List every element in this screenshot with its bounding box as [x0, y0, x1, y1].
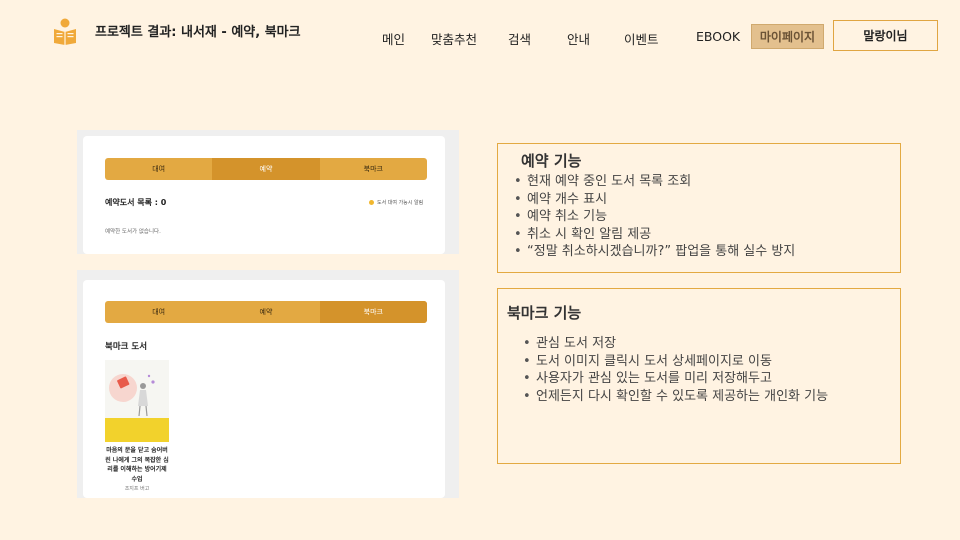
list-item: 예약 개수 표시 [511, 191, 795, 209]
bookmark-tabbar: 대여 예약 북마크 [105, 301, 427, 323]
reservation-feature-list: 현재 예약 중인 도서 목록 조회 예약 개수 표시 예약 취소 기능 취소 시… [511, 173, 795, 261]
bookmark-feature-panel: 북마크 기능 관심 도서 저장 도서 이미지 클릭시 도서 상세페이지로 이동 … [497, 288, 901, 464]
notify-dot-icon [369, 200, 374, 205]
tab-rental[interactable]: 대여 [105, 158, 212, 180]
list-item: “정말 취소하시겠습니까?” 팝업을 통해 실수 방지 [511, 243, 795, 261]
nav-event[interactable]: 이벤트 [624, 29, 659, 48]
list-item: 현재 예약 중인 도서 목록 조회 [511, 173, 795, 191]
nav-guide[interactable]: 안내 [567, 29, 590, 48]
cover-yellow-band [105, 418, 169, 442]
book-title: 마음의 문을 닫고 숨어버 린 나에게 그의 복잡한 심 리를 이해하는 방어기… [105, 447, 169, 483]
tab-rental[interactable]: 대여 [105, 301, 212, 323]
reservation-count-label: 예약도서 목록 : 0 [105, 198, 167, 207]
tab-reservation[interactable]: 예약 [212, 158, 320, 180]
tab-reservation[interactable]: 예약 [212, 301, 319, 323]
list-item: 관심 도서 저장 [520, 335, 828, 353]
notify-toggle[interactable]: 도서 대여 가능시 알림 [369, 199, 423, 206]
list-item: 예약 취소 기능 [511, 208, 795, 226]
nav-ebook[interactable]: EBOOK [696, 29, 740, 44]
tab-bookmark[interactable]: 북마크 [320, 158, 427, 180]
list-item: 도서 이미지 클릭시 도서 상세페이지로 이동 [520, 353, 828, 371]
bookmark-feature-list: 관심 도서 저장 도서 이미지 클릭시 도서 상세페이지로 이동 사용자가 관심… [520, 335, 828, 405]
nav-mypage[interactable]: 마이페이지 [751, 24, 824, 49]
page-title: 프로젝트 결과: 내서재 - 예약, 북마크 [95, 25, 301, 40]
bookmark-feature-title: 북마크 기능 [507, 304, 582, 322]
tab-bookmark[interactable]: 북마크 [319, 301, 427, 323]
bookmark-section-title: 북마크 도서 [105, 342, 148, 352]
reservation-tabbar: 대여 예약 북마크 [105, 158, 427, 180]
user-button[interactable]: 말랑이님 [833, 20, 938, 51]
nav-main[interactable]: 메인 [382, 29, 405, 48]
reservation-screenshot: 대여 예약 북마크 예약도서 목록 : 0 도서 대여 가능시 알림 예약한 도… [77, 130, 459, 254]
empty-message: 예약한 도서가 없습니다. [105, 229, 161, 235]
list-item: 취소 시 확인 알림 제공 [511, 226, 795, 244]
book-cover-image[interactable] [105, 360, 169, 442]
notify-label: 도서 대여 가능시 알림 [377, 200, 424, 206]
nav-search[interactable]: 검색 [508, 29, 531, 48]
list-item: 사용자가 관심 있는 도서를 미리 저장해두고 [520, 370, 828, 388]
bookmark-screenshot: 대여 예약 북마크 북마크 도서 마음의 문을 닫고 숨어버 린 나에게 그의 … [77, 270, 459, 498]
list-item: 언제든지 다시 확인할 수 있도록 제공하는 개인화 기능 [520, 388, 828, 406]
book-reader-icon [54, 18, 76, 45]
nav-recommend[interactable]: 맞춤추천 [431, 29, 477, 48]
reservation-feature-panel: 예약 기능 현재 예약 중인 도서 목록 조회 예약 개수 표시 예약 취소 기… [497, 143, 901, 273]
reservation-feature-title: 예약 기능 [521, 152, 582, 170]
book-author: 조지프 버고 [124, 486, 150, 492]
